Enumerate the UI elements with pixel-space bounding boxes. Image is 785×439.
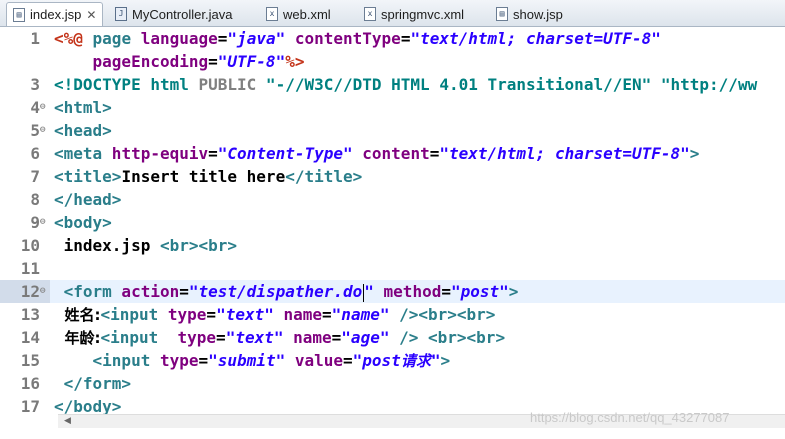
code-line: 10 index.jsp <br><br>	[0, 234, 785, 257]
line-number: 7	[30, 167, 40, 186]
line-code: </form>	[54, 374, 132, 393]
jsp-file-icon: ▤	[13, 7, 25, 22]
line-code: <!DOCTYPE html PUBLIC "-//W3C//DTD HTML …	[54, 75, 758, 94]
line-number: 11	[20, 259, 40, 278]
tab-label: MyController.java	[132, 6, 233, 22]
code-line: 16 </form>	[0, 372, 785, 395]
code-line: 11	[0, 257, 785, 280]
line-code: <html>	[54, 98, 112, 117]
line-code: index.jsp <br><br>	[54, 236, 238, 255]
line-code: <head>	[54, 121, 112, 140]
scroll-left-icon[interactable]: ◀	[64, 416, 71, 426]
fold-collapse-icon[interactable]: ⊖	[40, 119, 50, 141]
line-code: pageEncoding="UTF-8"%>	[92, 52, 305, 71]
xml-file-icon: x	[266, 7, 278, 21]
line-number: 15	[20, 351, 40, 370]
line-code: <form action="test/dispather.do " method=…	[54, 282, 519, 302]
line-number: 13	[20, 305, 40, 324]
tab-mycontroller-java[interactable]: J MyController.java	[115, 2, 232, 26]
tab-web-xml[interactable]: x web.xml	[266, 2, 331, 26]
tab-springmvc-xml[interactable]: x springmvc.xml	[364, 2, 464, 26]
xml-file-icon: x	[364, 7, 376, 21]
line-code: <input type="submit" value="post请求">	[92, 351, 451, 370]
code-line-current: 12⊖ <form action="test/dispather.do " met…	[0, 280, 785, 303]
line-code: 姓名:<input type="text" name="name" /><br>…	[54, 305, 496, 324]
line-number: 4⊖	[0, 96, 50, 119]
code-editor[interactable]: 1 <%@ page language="java" contentType="…	[0, 27, 785, 439]
watermark: https://blog.csdn.net/qq_43277087	[530, 410, 730, 425]
line-number: 10	[20, 236, 40, 255]
tab-label: springmvc.xml	[381, 6, 465, 22]
fold-collapse-icon[interactable]: ⊖	[40, 96, 50, 118]
code-line: pageEncoding="UTF-8"%>	[0, 50, 785, 73]
line-number: 1	[30, 29, 40, 48]
line-number	[0, 50, 50, 73]
line-code: <body>	[54, 213, 112, 232]
line-code: <meta http-equiv="Content-Type" content=…	[54, 144, 700, 163]
jsp-file-icon: ▤	[496, 7, 508, 21]
line-code: </head>	[54, 190, 122, 209]
code-line: 1 <%@ page language="java" contentType="…	[0, 27, 785, 50]
java-file-icon: J	[115, 7, 127, 21]
code-line: 6 <meta http-equiv="Content-Type" conten…	[0, 142, 785, 165]
code-line: 15 <input type="submit" value="post请求">	[0, 349, 785, 372]
fold-collapse-icon[interactable]: ⊖	[40, 280, 50, 302]
code-line: 3 <!DOCTYPE html PUBLIC "-//W3C//DTD HTM…	[0, 73, 785, 96]
code-line: 5⊖ <head>	[0, 119, 785, 142]
tab-index-jsp[interactable]: ▤ index.jsp ✕	[6, 2, 104, 26]
close-icon[interactable]: ✕	[86, 8, 96, 22]
line-number: 17	[20, 397, 40, 416]
line-number: 3	[30, 75, 40, 94]
code-line: 9⊖ <body>	[0, 211, 785, 234]
code-line: 8 </head>	[0, 188, 785, 211]
line-code: <%@ page language="java" contentType="te…	[54, 29, 661, 48]
line-number: 14	[20, 328, 40, 347]
line-number: 5⊖	[0, 119, 50, 142]
editor-tab-bar: ▤ index.jsp ✕ J MyController.java x web.…	[0, 0, 785, 27]
line-number: 8	[30, 190, 40, 209]
tab-label: show.jsp	[513, 6, 563, 22]
line-number: 16	[20, 374, 40, 393]
code-line: 13 姓名:<input type="text" name="name" /><…	[0, 303, 785, 326]
code-line: 14 年龄:<input type="text" name="age" /> <…	[0, 326, 785, 349]
code-line: 7 <title>Insert title here</title>	[0, 165, 785, 188]
line-number: 12⊖	[0, 280, 50, 303]
tab-label: web.xml	[283, 6, 331, 22]
fold-collapse-icon[interactable]: ⊖	[40, 211, 50, 233]
line-code: <title>Insert title here</title>	[54, 167, 363, 186]
code-line: 4⊖ <html>	[0, 96, 785, 119]
line-number: 9⊖	[0, 211, 50, 234]
line-code: 年龄:<input type="text" name="age" /> <br>…	[54, 328, 506, 347]
tab-show-jsp[interactable]: ▤ show.jsp	[496, 2, 563, 26]
tab-label: index.jsp	[30, 7, 82, 22]
line-number: 6	[30, 144, 40, 163]
